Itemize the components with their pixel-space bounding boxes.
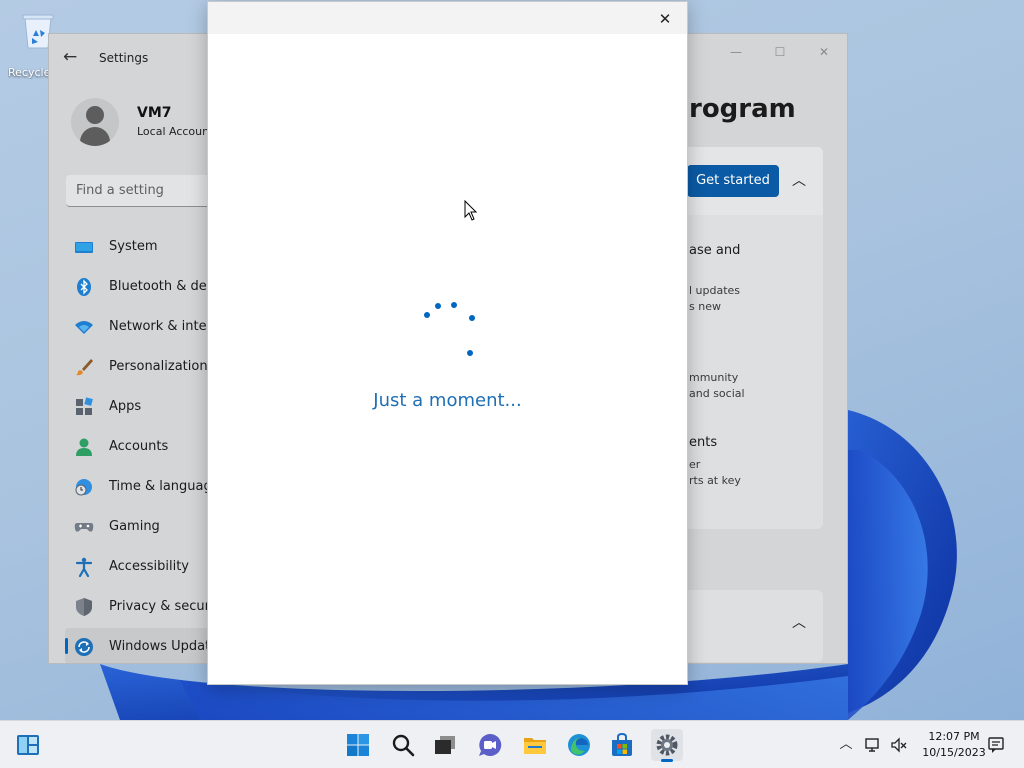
search-icon (392, 734, 415, 757)
row-subtext: and social (689, 387, 745, 400)
person-icon (76, 438, 92, 456)
dialog-title-bar (208, 2, 687, 34)
close-window-button[interactable]: ✕ (810, 42, 838, 62)
notifications-icon[interactable] (986, 735, 1006, 755)
globe-clock-icon (75, 479, 92, 496)
avatar (71, 98, 119, 146)
minimize-button[interactable]: — (722, 42, 750, 62)
chat-button[interactable] (474, 729, 506, 761)
file-explorer-button[interactable] (519, 729, 551, 761)
sidebar-item-label: Accessibility (109, 559, 189, 574)
loading-dialog: ✕ Just a moment... (207, 1, 688, 685)
maximize-button[interactable]: ☐ (766, 42, 794, 62)
bluetooth-icon (77, 278, 91, 296)
search-button[interactable] (387, 729, 419, 761)
row-subtext: mmunity (689, 371, 739, 384)
row-subtext: rts at key (689, 474, 741, 487)
sidebar-item-label: Gaming (109, 519, 160, 534)
clock-time: 12:07 PM (928, 730, 980, 743)
sidebar-item-label: Windows Update (109, 639, 219, 654)
sidebar-item-label: Personalization (109, 359, 208, 374)
user-name: VM7 (137, 105, 172, 121)
file-explorer-icon (524, 738, 546, 754)
sidebar-item-label: Accounts (109, 439, 169, 454)
clock-date: 10/15/2023 (922, 746, 986, 759)
settings-title: Settings (99, 51, 149, 65)
gamepad-icon (74, 523, 94, 532)
mouse-cursor-icon (464, 200, 478, 221)
chevron-up-icon[interactable]: ︿ (791, 173, 807, 189)
volume-muted-icon[interactable] (889, 735, 909, 755)
settings-taskbar-button[interactable] (651, 729, 683, 762)
start-button[interactable] (342, 729, 374, 761)
task-view-icon (435, 736, 455, 754)
store-button[interactable] (606, 729, 638, 761)
back-arrow-icon[interactable]: ← (63, 48, 81, 66)
settings-gear-icon (656, 734, 678, 756)
chevron-up-icon[interactable]: ︿ (791, 615, 807, 631)
sidebar-item-label: System (109, 239, 158, 254)
get-started-button[interactable]: Get started (687, 165, 779, 197)
sync-icon (75, 638, 93, 656)
apps-icon (76, 397, 93, 415)
monitor-icon (75, 242, 93, 253)
chevron-up-icon[interactable]: ︿ (836, 735, 856, 755)
task-view-button[interactable] (429, 729, 461, 761)
network-icon[interactable] (863, 735, 883, 755)
teams-chat-icon (479, 733, 502, 756)
close-icon[interactable]: ✕ (652, 8, 678, 30)
brush-icon (76, 359, 93, 376)
start-icon (347, 734, 369, 756)
loading-spinner-icon (418, 298, 478, 358)
edge-button[interactable] (563, 729, 595, 761)
row-subtext: er (689, 458, 701, 471)
page-title-partial: rogram (689, 94, 796, 124)
accessibility-icon (75, 557, 93, 577)
widgets-icon (17, 735, 39, 755)
wifi-icon (75, 321, 93, 334)
edge-icon (568, 734, 590, 756)
row-title: ase and (689, 243, 741, 258)
loading-message: Just a moment... (373, 390, 522, 411)
sidebar-item-label: Apps (109, 399, 142, 414)
row-subtext: s new (689, 300, 721, 313)
insider-program-card (677, 147, 823, 529)
widgets-button[interactable] (12, 729, 44, 761)
taskbar: ︿ 12:07 PM 10/15/2023 (0, 720, 1024, 768)
row-subtext: l updates (689, 284, 741, 297)
row-title: ents (689, 435, 718, 450)
taskbar-clock[interactable]: 12:07 PM 10/15/2023 (918, 729, 990, 761)
store-icon (612, 733, 632, 756)
shield-icon (76, 598, 92, 616)
sidebar-item-label: Time & language (109, 479, 220, 494)
account-type: Local Account (137, 125, 214, 138)
